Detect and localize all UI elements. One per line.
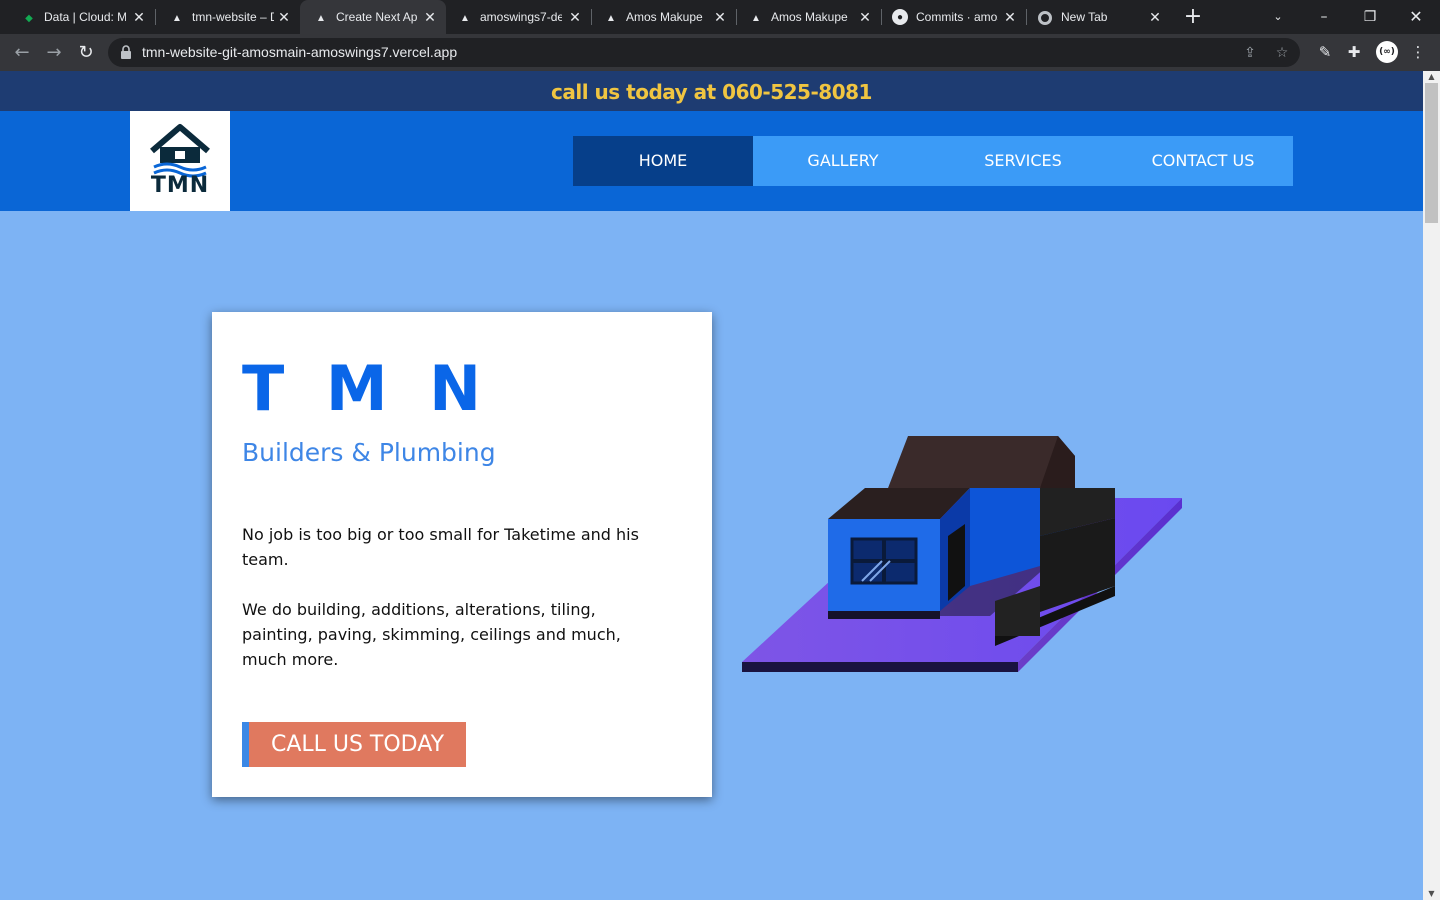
nav-services[interactable]: SERVICES	[933, 136, 1113, 186]
browser-tab[interactable]: ▲ Amos Makupe ✕	[736, 0, 881, 34]
tab-title: Data | Cloud: MongoDB Cloud	[44, 10, 126, 24]
browser-toolbar: ← → ↻ tmn-website-git-amosmain-amoswings…	[0, 34, 1440, 71]
scroll-down-arrow-icon[interactable]: ▼	[1423, 888, 1440, 900]
phone-banner: call us today at 060-525-8081	[0, 71, 1423, 111]
restore-icon[interactable]: ❐	[1358, 5, 1382, 29]
kebab-menu-icon[interactable]: ⋮	[1407, 41, 1429, 63]
house-illustration	[742, 436, 1182, 672]
browser-tab[interactable]: ▲ Amos Makupe ✕	[591, 0, 736, 34]
nav-gallery[interactable]: GALLERY	[753, 136, 933, 186]
main-menu: HOME GALLERY SERVICES CONTACT US	[573, 136, 1293, 186]
site-navbar: TMN HOME GALLERY SERVICES CONTACT US	[0, 111, 1423, 211]
hero-paragraph: No job is too big or too small for Taket…	[242, 525, 639, 569]
back-arrow-icon[interactable]: ←	[9, 40, 35, 66]
nav-contact-us[interactable]: CONTACT US	[1113, 136, 1293, 186]
profile-avatar[interactable]: (∞)	[1376, 41, 1398, 63]
hero-title: T M N	[242, 352, 492, 425]
vercel-triangle-icon: ▲	[606, 12, 616, 24]
browser-tab[interactable]: ▲ amoswings7-dev ✕	[446, 0, 591, 34]
minimize-icon[interactable]: –	[1312, 5, 1336, 29]
logo-text: TMN	[150, 173, 210, 198]
vercel-triangle-icon: ▲	[316, 12, 326, 24]
page-scrollbar[interactable]: ▲ ▼	[1423, 71, 1440, 900]
extension-pen-icon[interactable]: ✎	[1314, 41, 1336, 63]
hero-subtitle: Builders & Plumbing	[242, 438, 496, 467]
github-icon: ●	[892, 9, 908, 25]
close-tab-icon[interactable]: ✕	[857, 9, 873, 25]
hero-paragraph: We do building, additions, alterations, …	[242, 600, 621, 669]
vercel-triangle-icon: ▲	[460, 12, 470, 24]
browser-tab[interactable]: ▲ tmn-website – Deployment Overview ✕	[148, 0, 300, 34]
browser-tab-strip: ◆ Data | Cloud: MongoDB Cloud ✕ ▲ tmn-we…	[0, 0, 1440, 34]
site-logo[interactable]: TMN	[130, 111, 230, 211]
close-tab-icon[interactable]: ✕	[712, 9, 728, 25]
close-tab-icon[interactable]: ✕	[1147, 9, 1163, 25]
close-tab-icon[interactable]: ✕	[422, 9, 438, 25]
browser-tab[interactable]: ● Commits · amoswings7 ✕	[881, 0, 1026, 34]
share-icon[interactable]: ⇪	[1242, 45, 1258, 61]
url-text: tmn-website-git-amosmain-amoswings7.verc…	[142, 44, 458, 60]
tab-title: Commits · amoswings7	[916, 10, 998, 24]
phone-banner-text[interactable]: call us today at 060-525-8081	[551, 80, 872, 104]
tab-title: amoswings7-dev	[480, 10, 562, 24]
bookmark-star-icon[interactable]: ☆	[1274, 45, 1290, 61]
tab-search-chevron-icon[interactable]: ⌄	[1266, 5, 1290, 29]
vercel-triangle-icon: ▲	[751, 12, 761, 24]
browser-tab-active[interactable]: ▲ Create Next App ✕	[300, 0, 446, 34]
hero-description: No job is too big or too small for Taket…	[242, 522, 662, 672]
tab-title: Create Next App	[336, 10, 418, 24]
nav-home[interactable]: HOME	[573, 136, 753, 186]
close-window-icon[interactable]: ✕	[1404, 5, 1428, 29]
tab-title: tmn-website – Deployment Overview	[192, 10, 274, 24]
mongodb-leaf-icon: ◆	[25, 12, 33, 24]
tab-title: New Tab	[1061, 10, 1108, 24]
scroll-up-arrow-icon[interactable]: ▲	[1423, 71, 1440, 83]
browser-tab[interactable]: New Tab ✕	[1026, 0, 1171, 34]
call-us-button[interactable]: CALL US TODAY	[242, 722, 466, 767]
close-tab-icon[interactable]: ✕	[131, 9, 147, 25]
hero-card: T M N Builders & Plumbing No job is too …	[212, 312, 712, 797]
vercel-triangle-icon: ▲	[172, 12, 182, 24]
scroll-thumb[interactable]	[1425, 83, 1438, 223]
address-bar[interactable]: tmn-website-git-amosmain-amoswings7.verc…	[108, 38, 1300, 67]
close-tab-icon[interactable]: ✕	[567, 9, 583, 25]
close-tab-icon[interactable]: ✕	[276, 9, 292, 25]
chrome-icon	[1038, 11, 1052, 25]
reload-icon[interactable]: ↻	[73, 40, 99, 66]
house-logo-icon	[150, 124, 210, 178]
tab-title: Amos Makupe	[626, 10, 703, 24]
browser-tab[interactable]: ◆ Data | Cloud: MongoDB Cloud ✕	[0, 0, 155, 34]
lock-icon	[121, 45, 131, 59]
close-tab-icon[interactable]: ✕	[1002, 9, 1018, 25]
tab-title: Amos Makupe	[771, 10, 848, 24]
web-page: call us today at 060-525-8081 TMN HOME G…	[0, 71, 1423, 900]
new-tab-plus-icon[interactable]: +	[1182, 6, 1204, 29]
extensions-puzzle-icon[interactable]: ✚	[1343, 41, 1365, 63]
forward-arrow-icon[interactable]: →	[41, 40, 67, 66]
